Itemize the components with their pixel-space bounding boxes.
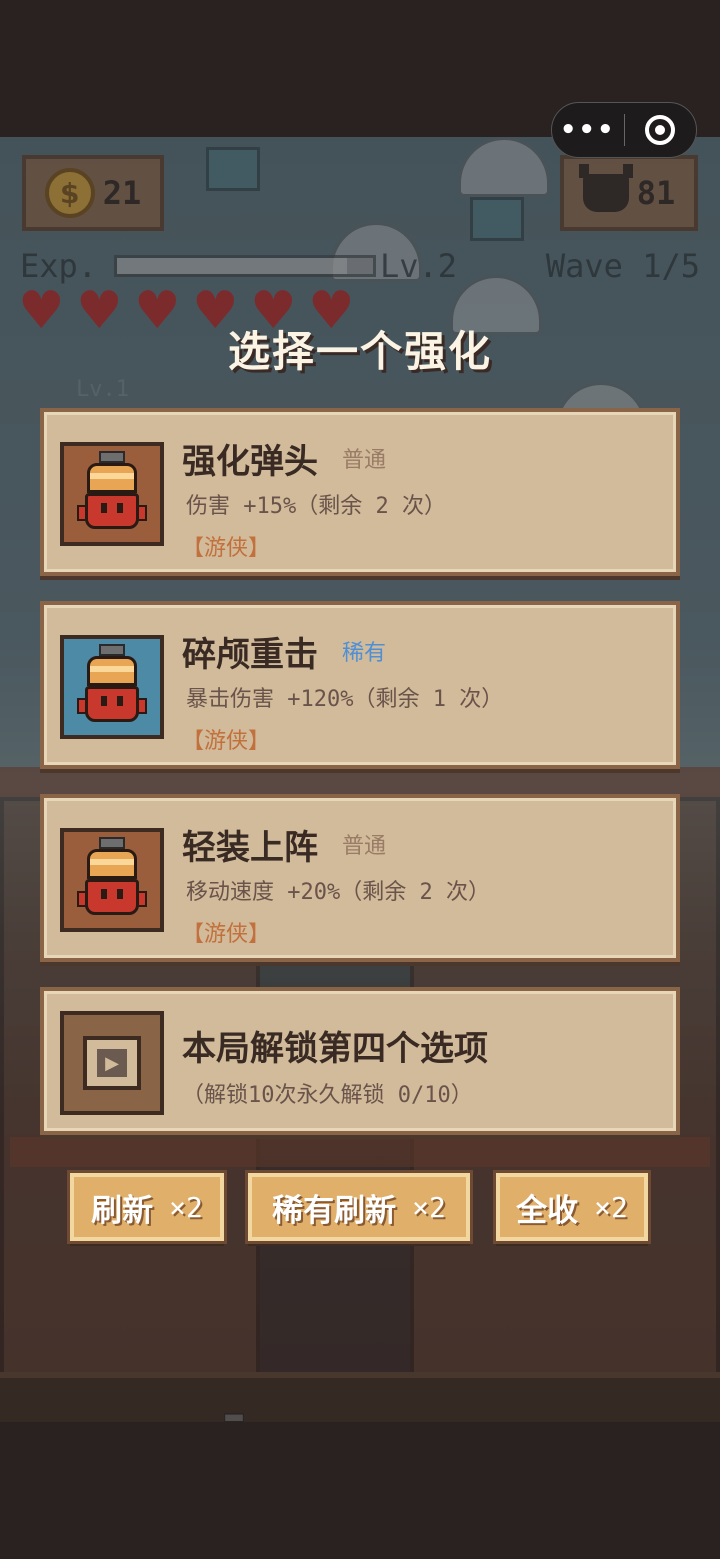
upgrade-description: 暴击伤害 +120%（剩余 1 次） <box>186 687 504 712</box>
bottom-area <box>0 1422 720 1559</box>
dialog-title: 选择一个强化 <box>227 327 492 376</box>
collect-all-button[interactable]: 全收 ×2 <box>496 1173 648 1241</box>
upgrade-name: 强化弹头 <box>182 442 318 482</box>
collect-all-label: 全收 <box>516 1192 579 1229</box>
rarity-label: 稀有 <box>342 641 387 666</box>
unlock-name: 本局解锁第四个选项 <box>182 1029 488 1069</box>
rare-refresh-label: 稀有刷新 <box>272 1192 397 1229</box>
rarity-label: 普通 <box>342 448 387 473</box>
unlock-option-card[interactable]: ▶ 本局解锁第四个选项 （解锁10次永久解锁 0/10） <box>40 987 680 1135</box>
collect-all-count: ×2 <box>594 1190 628 1224</box>
upgrade-name: 轻装上阵 <box>182 828 318 868</box>
watch-video-icon: ▶ <box>60 1011 164 1115</box>
class-tag: 【游侠】 <box>182 729 271 754</box>
miniprogram-capsule: ••• <box>551 102 697 158</box>
more-menu-icon[interactable]: ••• <box>552 115 624 145</box>
refresh-button[interactable]: 刷新 ×2 <box>70 1173 224 1241</box>
upgrade-option-card[interactable]: 轻装上阵 普通 移动速度 +20%（剩余 2 次） 【游侠】 <box>40 794 680 962</box>
ranger-upgrade-icon <box>60 828 164 932</box>
rare-refresh-button[interactable]: 稀有刷新 ×2 <box>248 1173 470 1241</box>
class-tag: 【游侠】 <box>182 536 271 561</box>
refresh-count: ×2 <box>169 1190 203 1224</box>
upgrade-option-card[interactable]: 强化弹头 普通 伤害 +15%（剩余 2 次） 【游侠】 <box>40 408 680 576</box>
upgrade-description: 伤害 +15%（剩余 2 次） <box>186 494 446 519</box>
close-target-icon <box>645 115 676 145</box>
rare-refresh-count: ×2 <box>412 1190 446 1224</box>
close-miniprogram-button[interactable] <box>625 115 697 145</box>
ranger-upgrade-icon <box>60 442 164 546</box>
ranger-upgrade-icon <box>60 635 164 739</box>
unlock-description: （解锁10次永久解锁 0/10） <box>182 1083 473 1108</box>
upgrade-option-card[interactable]: 碎颅重击 稀有 暴击伤害 +120%（剩余 1 次） 【游侠】 <box>40 601 680 769</box>
upgrade-description: 移动速度 +20%（剩余 2 次） <box>186 880 490 905</box>
rarity-label: 普通 <box>342 834 387 859</box>
class-tag: 【游侠】 <box>182 922 271 947</box>
refresh-label: 刷新 <box>91 1192 154 1229</box>
upgrade-name: 碎颅重击 <box>182 635 318 675</box>
